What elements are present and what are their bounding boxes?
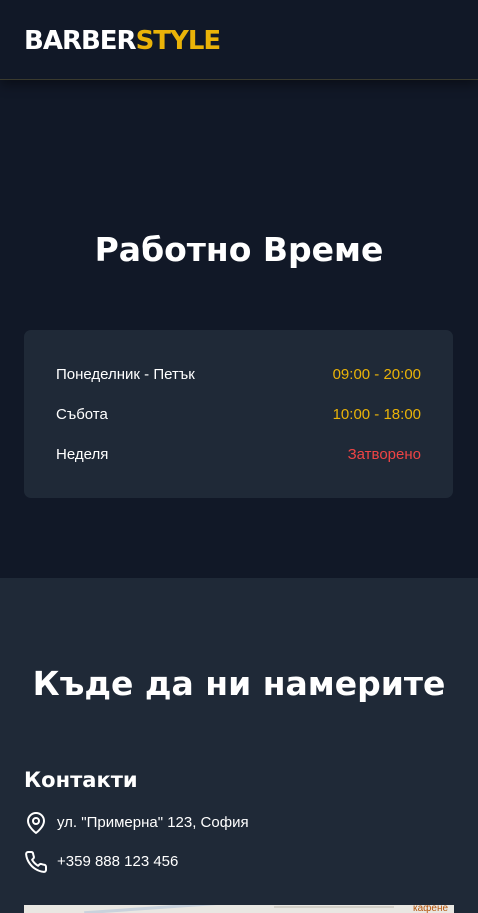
logo-text-barber: BARBER — [24, 26, 137, 56]
location-section: Къде да ни намерите Контакти ул. "Пример… — [0, 578, 478, 913]
map-road — [274, 906, 394, 908]
map-pin-icon — [24, 811, 48, 835]
working-hours-card: Понеделник - Петък 09:00 - 20:00 Събота … — [24, 330, 453, 498]
hours-day-label: Неделя — [56, 446, 109, 463]
hours-day-label: Събота — [56, 406, 108, 423]
site-header: BARBERSTYLE — [0, 0, 478, 80]
hours-day-label: Понеделник - Петък — [56, 366, 195, 383]
logo[interactable]: BARBERSTYLE — [24, 26, 222, 56]
working-hours-section: Работно Време Понеделник - Петък 09:00 -… — [0, 80, 478, 578]
hours-time-value: 10:00 - 18:00 — [332, 406, 421, 423]
hours-closed-value: Затворено — [347, 446, 421, 463]
location-map[interactable]: кафене — [24, 905, 454, 913]
contact-address-text: ул. "Примерна" 123, София — [57, 814, 249, 831]
hours-row-sunday: Неделя Затворено — [56, 444, 421, 466]
logo-text-style: STYLE — [135, 26, 222, 56]
map-road — [84, 905, 264, 913]
contacts-heading: Контакти — [24, 768, 138, 792]
location-title: Къде да ни намерите — [32, 664, 446, 703]
hours-time-value: 09:00 - 20:00 — [332, 366, 421, 383]
hours-row-saturday: Събота 10:00 - 18:00 — [56, 404, 421, 426]
working-hours-title: Работно Време — [94, 230, 384, 269]
map-place-label: кафене — [413, 905, 449, 913]
phone-icon — [24, 850, 48, 874]
contact-phone-link[interactable]: +359 888 123 456 — [57, 852, 178, 872]
hours-row-weekdays: Понеделник - Петък 09:00 - 20:00 — [56, 364, 421, 386]
